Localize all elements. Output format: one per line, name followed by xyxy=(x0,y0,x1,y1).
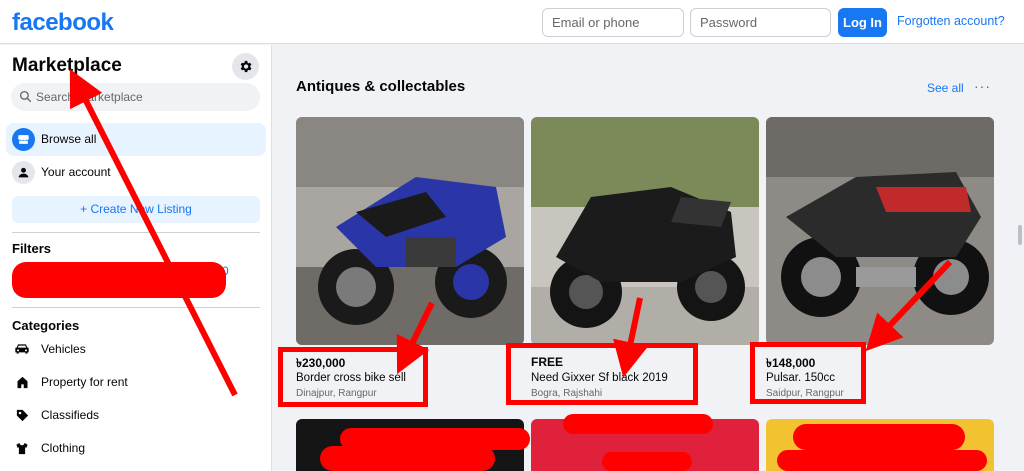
forgot-account-link[interactable]: Forgotten account? xyxy=(897,14,1005,28)
category-label: Vehicles xyxy=(41,342,86,356)
filters-heading: Filters xyxy=(12,241,52,256)
login-button[interactable]: Log In xyxy=(838,8,887,37)
section-title: Antiques & collectables xyxy=(296,78,466,95)
more-options-icon[interactable]: ··· xyxy=(974,78,991,94)
listing-location: Bogra, Rajshahi xyxy=(531,388,603,399)
listing-photo[interactable] xyxy=(531,419,759,471)
listing-price: FREE xyxy=(531,355,564,369)
sidebar-item-label: Your account xyxy=(41,165,111,179)
divider xyxy=(12,232,260,233)
category-label: Classifieds xyxy=(41,408,100,422)
listing-title: Need Gixxer Sf black 2019 xyxy=(531,372,668,384)
search-placeholder: Search Marketplace xyxy=(36,90,143,104)
category-vehicles[interactable]: Vehicles xyxy=(12,337,260,361)
scrollbar-thumb[interactable] xyxy=(1018,225,1022,245)
category-label: Property for rent xyxy=(41,375,128,389)
filter-location-link[interactable]: 0 xyxy=(222,264,229,278)
tag-icon xyxy=(12,405,32,425)
listing-photo[interactable] xyxy=(296,117,524,345)
sidebar-item-label: Browse all xyxy=(41,132,97,146)
sidebar-item-browse-all[interactable]: Browse all xyxy=(6,123,266,156)
car-icon xyxy=(12,339,32,359)
category-classifieds[interactable]: Classifieds xyxy=(12,403,260,427)
gear-icon[interactable] xyxy=(232,53,259,80)
listing-card[interactable]: ৳148,000 Pulsar. 150cc Saidpur, Rangpur xyxy=(766,117,994,399)
category-property-for-rent[interactable]: Property for rent xyxy=(12,370,260,394)
listing-location: Saidpur, Rangpur xyxy=(766,388,844,399)
categories-heading: Categories xyxy=(12,318,80,333)
see-all-link[interactable]: See all xyxy=(927,81,964,95)
listing-title: Pulsar. 150cc xyxy=(766,372,836,384)
listing-card[interactable]: ৳230,000 Border cross bike sell Dinajpur… xyxy=(296,117,524,399)
facebook-logo[interactable]: facebook xyxy=(12,9,114,37)
listing-card[interactable]: FREE Need Gixxer Sf black 2019 Bogra, Ra… xyxy=(531,117,759,399)
storefront-icon xyxy=(12,128,35,151)
password-field[interactable]: Password xyxy=(690,8,831,37)
search-icon xyxy=(19,90,32,103)
person-icon xyxy=(12,161,35,184)
search-input[interactable]: Search Marketplace xyxy=(11,83,260,111)
listing-title: Border cross bike sell xyxy=(296,372,406,384)
listing-photo[interactable] xyxy=(766,117,994,345)
listing-photo[interactable] xyxy=(531,117,759,345)
house-icon xyxy=(12,372,32,392)
listing-photo[interactable] xyxy=(766,419,994,471)
divider xyxy=(12,307,260,308)
marketplace-sidebar: Marketplace Search Marketplace Browse al… xyxy=(0,45,272,471)
listing-photo[interactable] xyxy=(296,419,524,471)
scrollbar[interactable] xyxy=(1014,45,1024,471)
email-field[interactable]: Email or phone xyxy=(542,8,684,37)
create-listing-button[interactable]: + Create New Listing xyxy=(12,196,260,223)
listing-location: Dinajpur, Rangpur xyxy=(296,388,377,399)
marketplace-main: Antiques & collectables See all ··· ৳230… xyxy=(273,45,1014,471)
sidebar-item-your-account[interactable]: Your account xyxy=(6,156,266,189)
page-title: Marketplace xyxy=(12,55,122,76)
top-navigation-bar: facebook Email or phone Password Log In … xyxy=(0,0,1024,44)
category-label: Clothing xyxy=(41,441,86,455)
category-clothing[interactable]: Clothing xyxy=(12,436,260,460)
shirt-icon xyxy=(12,438,32,458)
